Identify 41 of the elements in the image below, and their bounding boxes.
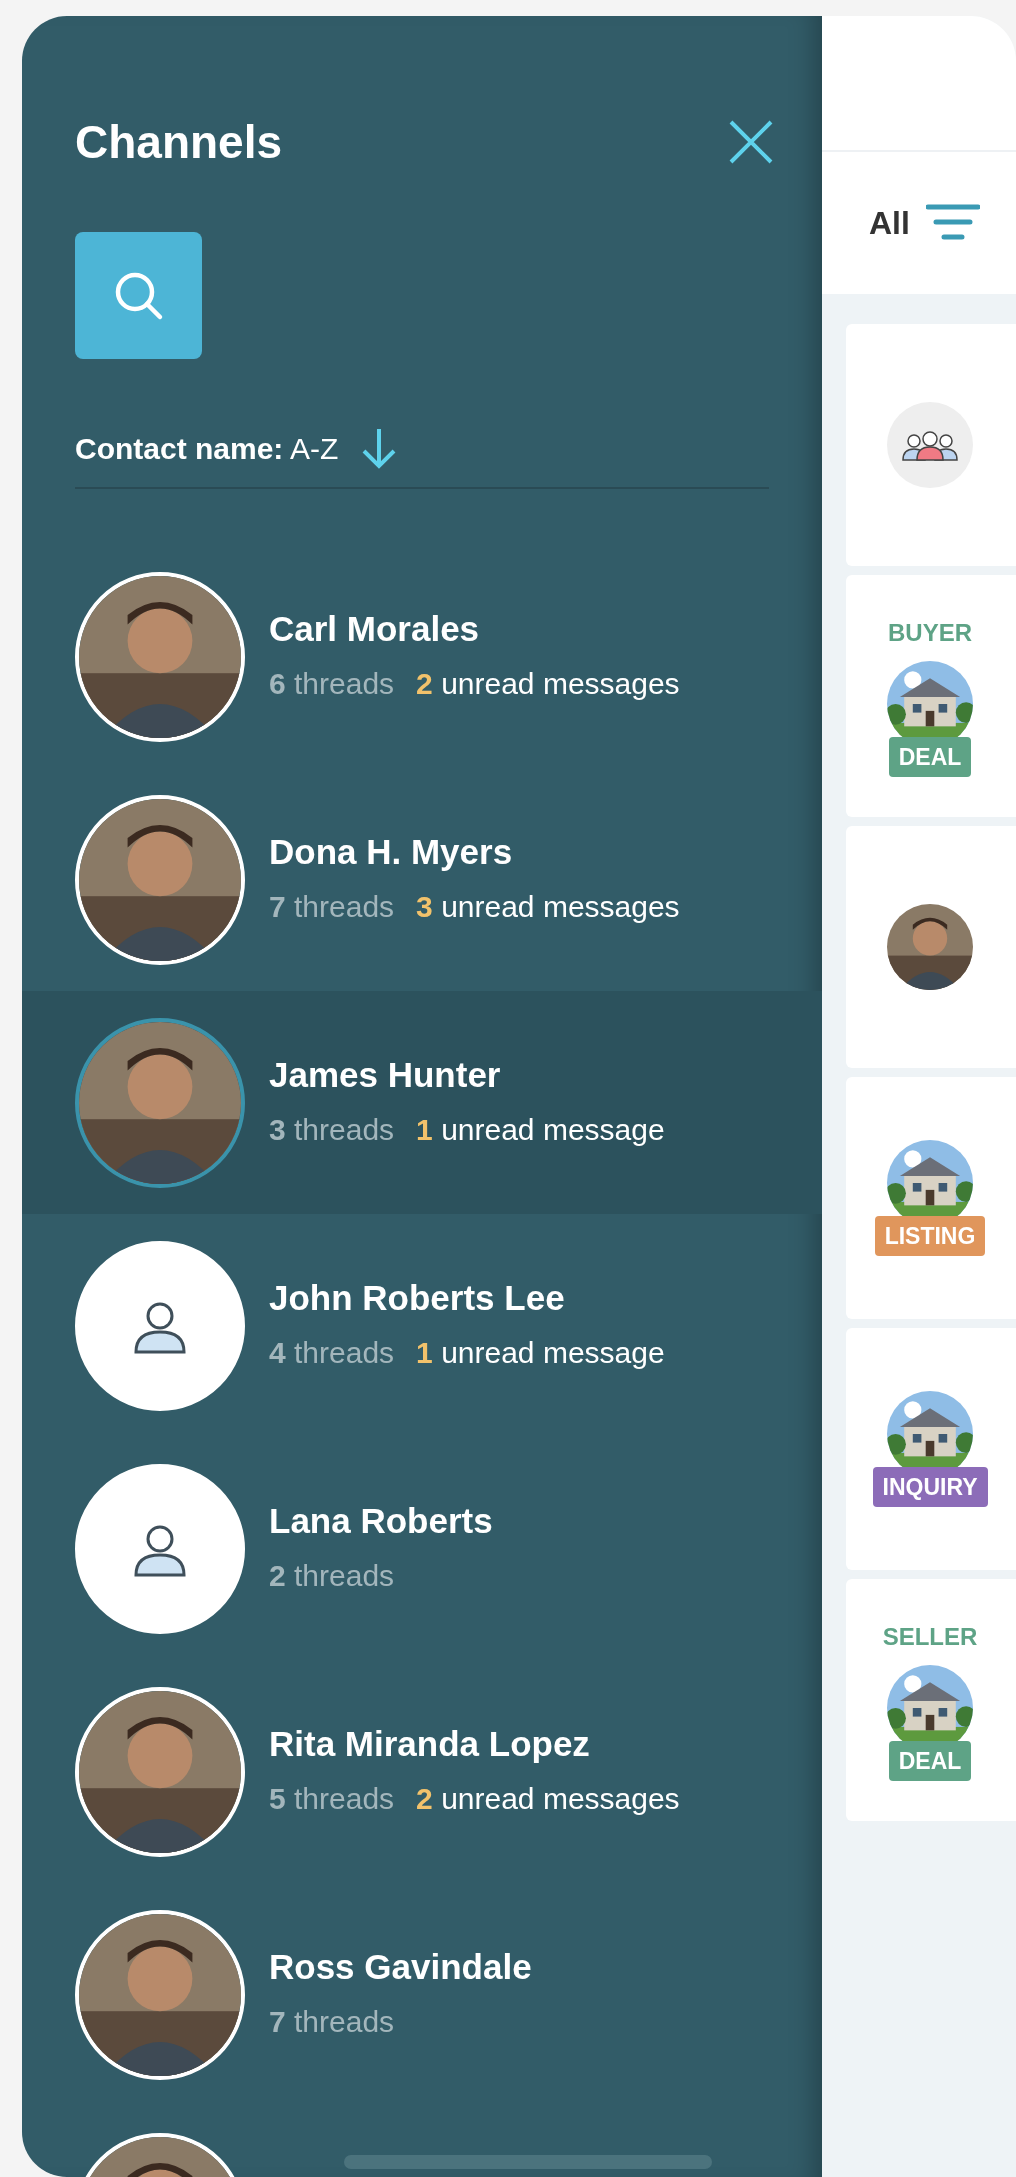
contact-name: John Roberts Lee: [269, 1277, 566, 1320]
tag-label: LISTING: [874, 1215, 986, 1257]
tag-label: DEAL: [888, 1740, 972, 1782]
contact-row[interactable]: Ross Gavindale 7 threads: [22, 1883, 822, 2106]
role-label: BUYER: [888, 617, 972, 648]
contact-row[interactable]: Dona H. Myers 7 threads 3 unread messages: [22, 768, 822, 991]
contact-row[interactable]: Lana Roberts 2 threads: [22, 1437, 822, 1660]
contact-name: James Hunter: [269, 1054, 502, 1097]
contact-name: Carl Morales: [269, 608, 481, 651]
unread-count: 1 unread message: [416, 1111, 665, 1148]
sort-label[interactable]: Contact name: A-Z: [75, 425, 339, 471]
thread-card[interactable]: INQUIRY: [846, 1328, 1016, 1570]
thread-count: 3 threads: [269, 1111, 395, 1148]
panel-title: Channels: [75, 119, 283, 165]
filter-label[interactable]: All: [869, 199, 910, 247]
contact-row[interactable]: Carl Morales 6 threads 2 unread messages: [22, 545, 822, 768]
filter-icon[interactable]: [925, 203, 980, 243]
tag-label: INQUIRY: [872, 1466, 988, 1508]
thread-count: 7 threads: [269, 888, 395, 925]
contact-name: Ross Gavindale: [269, 1946, 532, 1989]
thread-count: 4 threads: [269, 1334, 395, 1371]
contact-name: Dona H. Myers: [269, 831, 514, 874]
unread-count: 2 unread messages: [416, 1780, 680, 1817]
contact-row[interactable]: John Roberts Lee 4 threads 1 unread message: [22, 1214, 822, 1437]
close-icon: [728, 119, 774, 165]
contact-name: Lana Roberts: [269, 1500, 493, 1543]
people-icon: [900, 429, 960, 461]
unread-count: 3 unread messages: [416, 888, 680, 925]
tag-label: DEAL: [888, 736, 972, 778]
search-button[interactable]: [75, 232, 202, 359]
thread-card[interactable]: [846, 826, 1016, 1068]
unread-count: 1 unread message: [416, 1334, 665, 1371]
role-label: SELLER: [882, 1621, 978, 1652]
contact-row[interactable]: Rita Miranda Lopez 5 threads 2 unread messages: [22, 1660, 822, 1883]
thread-count: 2 threads: [269, 1557, 395, 1594]
contact-row[interactable]: James Hunter 3 threads 1 unread message: [22, 991, 822, 1214]
thread-count: 6 threads: [269, 665, 395, 702]
unread-count: 2 unread messages: [416, 665, 680, 702]
thread-count: 5 threads: [269, 1780, 395, 1817]
thread-count: 7 threads: [269, 2003, 395, 2040]
contact-name: Rita Miranda Lopez: [269, 1723, 591, 1766]
